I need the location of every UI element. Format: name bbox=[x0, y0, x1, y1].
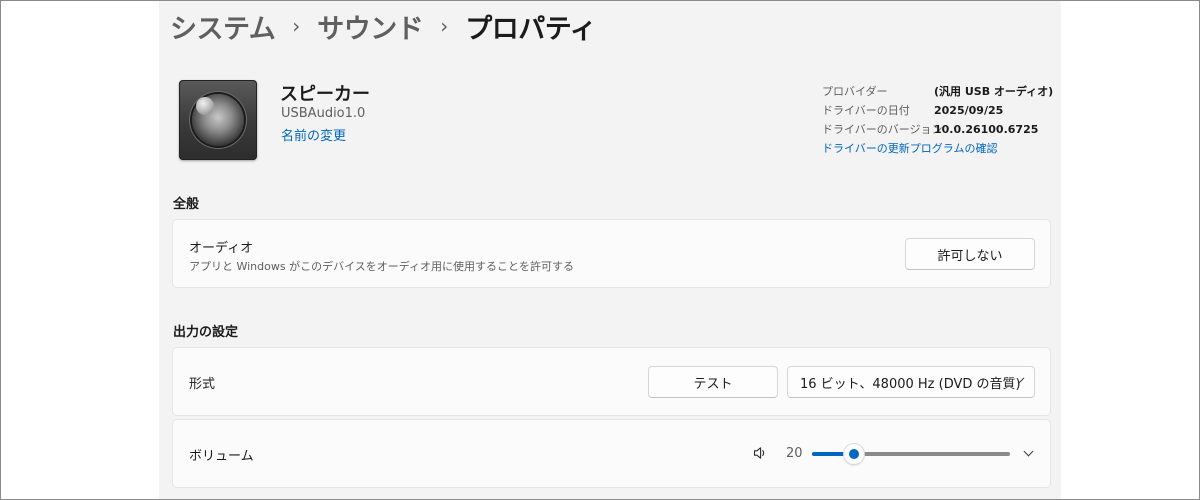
expand-volume-button[interactable] bbox=[1016, 441, 1040, 465]
volume-slider[interactable] bbox=[812, 443, 1010, 464]
format-select[interactable]: 16 ビット、48000 Hz (DVD の音質) bbox=[787, 366, 1035, 398]
breadcrumb: システム › サウンド › プロパティ bbox=[170, 6, 597, 46]
driver-provider-row: プロバイダー (汎用 USB オーディオ) bbox=[822, 82, 1053, 101]
audio-card: オーディオ アプリと Windows がこのデバイスをオーディオ用に使用すること… bbox=[172, 219, 1051, 288]
driver-version-value: 10.0.26100.6725 bbox=[934, 123, 1039, 136]
test-button[interactable]: テスト bbox=[648, 366, 778, 398]
device-model: USBAudio1.0 bbox=[281, 106, 366, 121]
breadcrumb-chevron-icon: › bbox=[292, 14, 301, 38]
section-title-output: 出力の設定 bbox=[173, 325, 239, 340]
section-title-general: 全般 bbox=[173, 197, 200, 212]
driver-update-link[interactable]: ドライバーの更新プログラムの確認 bbox=[822, 139, 997, 158]
device-name: スピーカー bbox=[280, 84, 370, 105]
volume-card: ボリューム 20 bbox=[172, 419, 1051, 488]
format-select-value: 16 ビット、48000 Hz (DVD の音質) bbox=[800, 376, 1021, 392]
provider-label: プロバイダー bbox=[822, 85, 888, 98]
format-title: 形式 bbox=[189, 377, 216, 392]
driver-date-value: 2025/09/25 bbox=[934, 104, 1004, 117]
page-title: プロパティ bbox=[465, 13, 597, 45]
driver-date-label: ドライバーの日付 bbox=[822, 104, 910, 117]
format-card: 形式 テスト 16 ビット、48000 Hz (DVD の音質) bbox=[172, 347, 1051, 416]
breadcrumb-chevron-icon: › bbox=[440, 14, 449, 38]
driver-update-row: ドライバーの更新プログラムの確認 bbox=[822, 139, 1053, 158]
driver-date-row: ドライバーの日付 2025/09/25 bbox=[822, 101, 1053, 120]
driver-version-row: ドライバーのバージョン 10.0.26100.6725 bbox=[822, 120, 1053, 139]
provider-value: (汎用 USB オーディオ) bbox=[934, 85, 1054, 98]
volume-slider-thumb[interactable] bbox=[844, 444, 864, 464]
speaker-highlight bbox=[196, 97, 214, 115]
audio-description: アプリと Windows がこのデバイスをオーディオ用に使用することを許可する bbox=[189, 260, 574, 273]
volume-title: ボリューム bbox=[189, 449, 254, 464]
breadcrumb-item-sound[interactable]: サウンド bbox=[317, 7, 424, 46]
volume-controls: 20 bbox=[752, 420, 1010, 486]
chevron-down-icon bbox=[1023, 446, 1033, 456]
breadcrumb-item-system[interactable]: システム bbox=[170, 7, 276, 46]
volume-value: 20 bbox=[786, 445, 803, 461]
speaker-icon bbox=[179, 80, 257, 160]
speaker-volume-icon[interactable] bbox=[752, 445, 768, 461]
driver-version-label: ドライバーのバージョン bbox=[822, 123, 943, 136]
driver-info: プロバイダー (汎用 USB オーディオ) ドライバーの日付 2025/09/2… bbox=[822, 82, 1053, 158]
rename-link[interactable]: 名前の変更 bbox=[281, 125, 346, 144]
audio-title: オーディオ bbox=[189, 241, 254, 256]
disallow-button[interactable]: 許可しない bbox=[905, 238, 1035, 270]
settings-panel: システム › サウンド › プロパティ スピーカー USBAudio1.0 名前… bbox=[159, 0, 1061, 500]
